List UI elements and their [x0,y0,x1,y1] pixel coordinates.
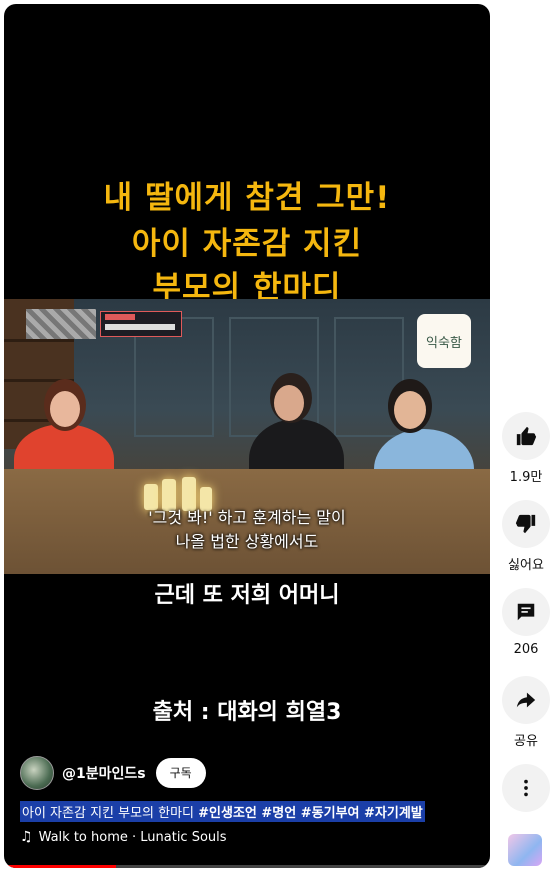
thumbs-up-icon [516,426,537,446]
scene-logo: 익숙함 [417,314,471,368]
music-note-icon: ♫ [20,829,33,845]
comment-button[interactable] [502,588,550,636]
subscribe-button[interactable]: 구독 [155,758,206,788]
music-track: Walk to home · Lunatic Souls [38,829,227,845]
more-button[interactable] [502,764,550,812]
share-button[interactable] [502,676,550,724]
thumbs-down-icon [515,514,536,534]
overlay-title-line-1: 내 딸에게 참견 그만! [103,180,391,216]
channel-avatar[interactable] [20,756,54,790]
progress-fill [4,865,116,868]
comment-count: 206 [513,642,539,657]
video-player[interactable]: 내 딸에게 참견 그만! 아이 자존감 지킨 부모의 한마디 익숙함 '그것 봐… [4,4,490,868]
share-label: 공유 [514,734,538,749]
progress-bar[interactable] [4,865,490,868]
channel-name[interactable]: @1분마인드s [62,763,146,783]
like-count: 1.9만 [509,470,543,485]
comment-icon [517,603,535,621]
blurred-logo [26,309,96,339]
overlay-title-line-2: 아이 자존감 지킨 [131,226,363,262]
audio-thumbnail[interactable] [508,834,542,866]
dislike-label: 싫어요 [508,558,544,573]
description-text: 아이 자존감 지킨 부모의 한마디 [22,806,199,821]
show-badge [100,311,182,337]
overlay-subtitle: 근데 또 저희 어머니 [154,583,340,608]
like-button[interactable] [502,412,550,460]
music-row[interactable]: ♫ Walk to home · Lunatic Souls [20,829,227,845]
channel-row: @1분마인드s 구독 [20,756,206,790]
video-scene: 익숙함 '그것 봐!' 하고 훈계하는 말이 나올 법한 상황에서도 [4,299,490,574]
description-hashtags[interactable]: #인생조언 #명언 #동기부여 #자기계발 [198,806,423,821]
video-description[interactable]: 아이 자존감 지킨 부모의 한마디 #인생조언 #명언 #동기부여 #자기계발 [20,801,425,822]
more-icon [524,779,528,797]
share-icon [516,692,536,708]
dislike-button[interactable] [502,500,550,548]
video-caption-line-2: 나올 법한 상황에서도 [175,532,319,551]
overlay-source: 출처 : 대화의 희열3 [152,700,342,725]
video-caption-line-1: '그것 봐!' 하고 훈계하는 말이 [148,508,346,527]
